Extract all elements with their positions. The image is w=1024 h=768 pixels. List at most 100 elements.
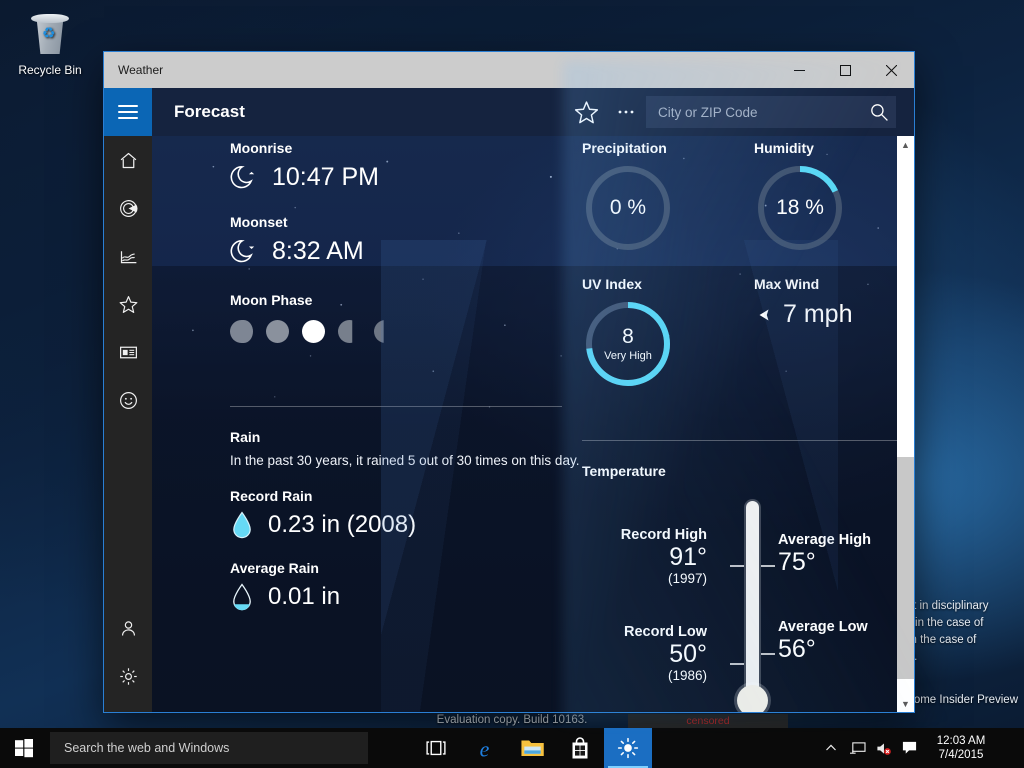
minimize-button[interactable]: [776, 52, 822, 88]
sidebar-item-favorites[interactable]: [104, 280, 152, 328]
max-wind-row: 7 mph: [754, 300, 884, 329]
tick-average-high: [761, 565, 775, 567]
clock[interactable]: 12:03 AM 7/4/2015: [922, 728, 1000, 768]
record-high-label: Record High: [620, 527, 707, 543]
store-button[interactable]: [556, 728, 604, 768]
tick-average-low: [761, 653, 775, 655]
scroll-down-button[interactable]: ▼: [897, 695, 914, 712]
news-icon: [119, 346, 137, 358]
show-desktop-button[interactable]: [1000, 728, 1024, 768]
moon-phase-list: [230, 320, 580, 343]
background-edition-text: Home Insider Preview: [905, 694, 1018, 706]
left-column: Moonrise 10:47 PM Moonset 8:32 AM Moon P…: [230, 136, 580, 612]
moonrise-value: 10:47 PM: [272, 162, 380, 191]
sidebar-item-news[interactable]: [104, 328, 152, 376]
window-titlebar[interactable]: Weather: [104, 52, 914, 88]
humidity-gauge: 18 %: [754, 162, 846, 254]
search-box[interactable]: City or ZIP Code: [646, 96, 896, 128]
record-high-year: (1997): [667, 571, 707, 586]
right-divider: [582, 440, 907, 441]
taskbar-search-input[interactable]: Search the web and Windows: [50, 732, 368, 764]
weather-app-window: Weather Forecast City or ZIP Code Moonri…: [104, 52, 914, 712]
max-wind-cell: Max Wind 7 mph: [754, 276, 884, 390]
moonrise-block: Moonrise 10:47 PM: [230, 140, 580, 192]
tick-record-low: [730, 663, 744, 665]
wind-direction-arrow-icon: [759, 309, 769, 320]
scrollbar-thumb[interactable]: [897, 456, 914, 679]
action-center-button[interactable]: [896, 728, 922, 768]
temperature-section: Temperature Record High 91° (1997) Avera…: [582, 463, 912, 712]
rain-description: In the past 30 years, it rained 5 out of…: [230, 453, 580, 468]
scroll-up-button[interactable]: ▲: [897, 136, 914, 153]
recycle-symbol-icon: ♻: [42, 25, 56, 42]
precipitation-readout: 0 %: [582, 162, 674, 254]
water-drop-filled-icon: [233, 511, 251, 539]
record-rain-label: Record Rain: [230, 488, 313, 504]
sidebar-item-account[interactable]: [104, 604, 152, 652]
censored-bar: censored: [628, 714, 788, 729]
taskbar-search-placeholder: Search the web and Windows: [64, 741, 230, 755]
windows-logo-icon: [15, 739, 33, 758]
star-icon: [574, 100, 598, 123]
maximize-button[interactable]: [822, 52, 868, 88]
temperature-label: Temperature: [582, 463, 666, 479]
show-hidden-icons-button[interactable]: [818, 728, 844, 768]
scroll-area: Moonrise 10:47 PM Moonset 8:32 AM Moon P…: [152, 136, 914, 712]
home-icon: [120, 152, 136, 168]
uv-index-description: Very High: [604, 349, 652, 362]
gauge-row-top: Precipitation 0 % Humidity 18 %: [582, 140, 912, 254]
recycle-bin-art: ♻: [26, 12, 74, 58]
moon-phase-block: Moon Phase: [230, 292, 580, 343]
file-explorer-button[interactable]: [508, 728, 556, 768]
taskbar: Search the web and Windows e 12:03 AM 7/…: [0, 728, 1024, 768]
sidebar-item-send-feedback[interactable]: [104, 376, 152, 424]
volume-muted-icon: [876, 742, 891, 755]
weather-sun-icon: [617, 737, 639, 759]
page-title: Forecast: [174, 102, 245, 121]
star-icon: [119, 295, 137, 313]
chevron-up-icon: [826, 744, 836, 751]
more-options-button[interactable]: [606, 88, 646, 136]
gear-icon: [119, 667, 137, 685]
clock-date: 7/4/2015: [938, 749, 984, 761]
sidebar-item-historical-weather[interactable]: [104, 232, 152, 280]
average-low-value: 56°: [778, 635, 816, 663]
task-view-button[interactable]: [412, 728, 460, 768]
moon-phase-waxing-gibbous: [230, 320, 253, 343]
average-high-block: Average High 75°: [778, 532, 871, 576]
vertical-scrollbar[interactable]: ▲ ▼: [897, 136, 914, 712]
average-high-value: 75°: [778, 548, 816, 576]
moon-phase-waning-crescent: [374, 320, 384, 343]
recycle-bin-icon[interactable]: ♻ Recycle Bin: [8, 6, 92, 77]
app-body: Moonrise 10:47 PM Moonset 8:32 AM Moon P…: [104, 136, 914, 712]
network-icon: [849, 741, 866, 754]
left-divider: [230, 406, 562, 407]
edge-button[interactable]: e: [460, 728, 508, 768]
clock-time: 12:03 AM: [936, 735, 986, 747]
start-button[interactable]: [0, 728, 48, 768]
network-button[interactable]: [844, 728, 870, 768]
close-button[interactable]: [868, 52, 914, 88]
record-low-block: Record Low 50° (1986): [567, 624, 707, 683]
average-high-label: Average High: [778, 532, 871, 548]
sidebar-item-forecast[interactable]: [104, 136, 152, 184]
humidity-cell: Humidity 18 %: [754, 140, 884, 254]
sidebar-item-settings[interactable]: [104, 652, 152, 700]
volume-button[interactable]: [870, 728, 896, 768]
uv-index-cell: UV Index 8 Very High: [582, 276, 712, 390]
search-input[interactable]: City or ZIP Code: [646, 105, 862, 120]
smiley-icon: [119, 391, 137, 409]
navigation-rail: [104, 136, 152, 712]
scrollbar-track[interactable]: [897, 153, 914, 695]
moonrise-icon: [230, 166, 255, 189]
precipitation-gauge: 0 %: [582, 162, 674, 254]
radar-icon: [119, 199, 137, 217]
search-submit-button[interactable]: [862, 96, 896, 128]
record-rain-row: 0.23 in (2008): [230, 510, 580, 540]
weather-app-button[interactable]: [604, 728, 652, 768]
sidebar-item-maps[interactable]: [104, 184, 152, 232]
hamburger-menu-button[interactable]: [104, 88, 152, 136]
favorite-button[interactable]: [566, 88, 606, 136]
hamburger-icon: [118, 101, 138, 123]
search-icon: [871, 104, 888, 121]
